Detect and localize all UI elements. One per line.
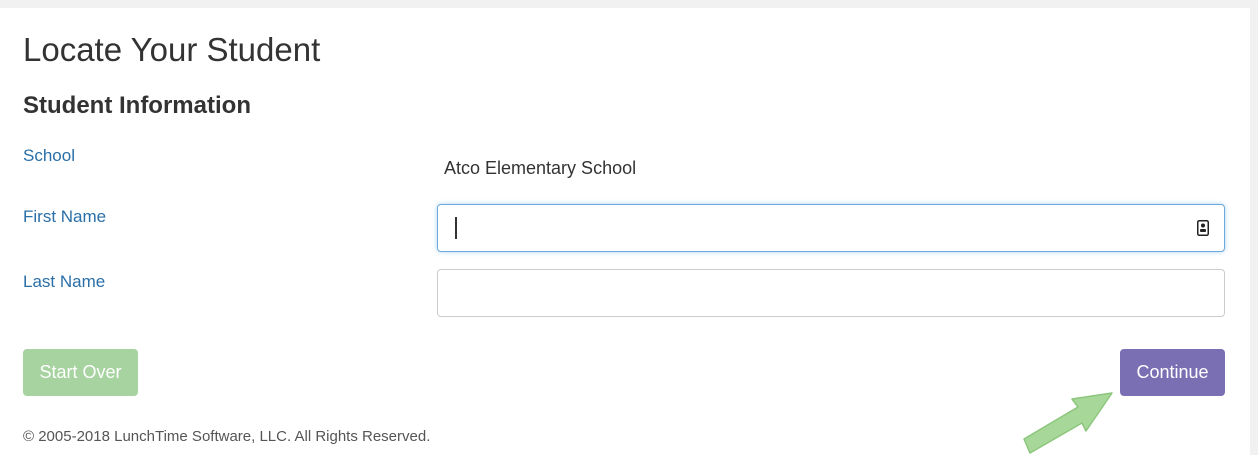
first-name-input[interactable] — [437, 204, 1225, 252]
page-title: Locate Your Student — [23, 31, 321, 68]
school-value: Atco Elementary School — [444, 158, 637, 178]
first-name-label: First Name — [23, 207, 107, 226]
start-over-button[interactable]: Start Over — [23, 349, 138, 396]
last-name-label: Last Name — [23, 272, 106, 291]
last-name-input[interactable] — [437, 269, 1225, 317]
pointer-arrow-icon — [1023, 392, 1113, 454]
section-title: Student Information — [23, 92, 251, 119]
autofill-contact-icon[interactable] — [1197, 220, 1209, 236]
continue-button[interactable]: Continue — [1120, 349, 1225, 396]
school-label: School — [23, 146, 75, 165]
copyright-footer: © 2005-2018 LunchTime Software, LLC. All… — [23, 428, 431, 445]
text-caret — [455, 217, 457, 239]
